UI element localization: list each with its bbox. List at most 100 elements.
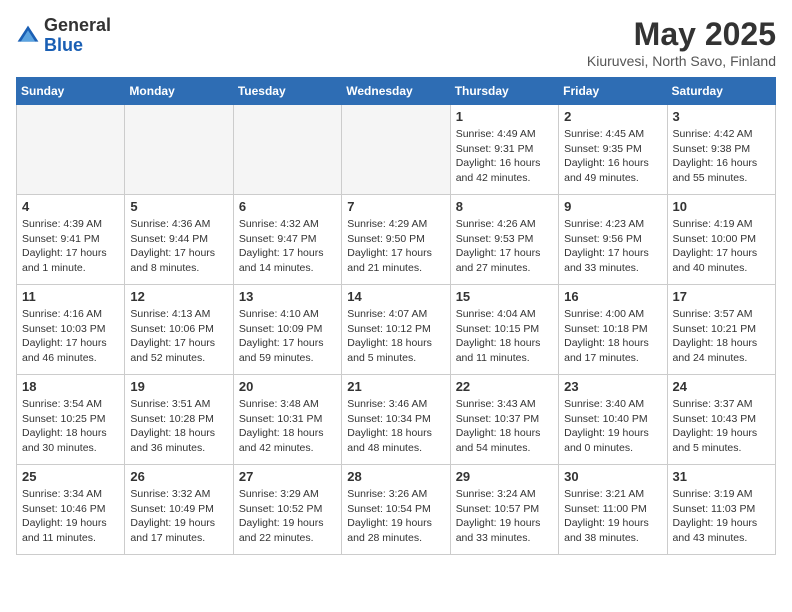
calendar-cell: 7 Sunrise: 4:29 AM Sunset: 9:50 PM Daylig… <box>342 195 450 285</box>
calendar-cell <box>233 105 341 195</box>
title-block: May 2025 Kiuruvesi, North Savo, Finland <box>587 16 776 69</box>
day-number: 7 <box>347 199 444 214</box>
weekday-header-thursday: Thursday <box>450 78 558 105</box>
day-number: 10 <box>673 199 770 214</box>
calendar-cell: 1 Sunrise: 4:49 AM Sunset: 9:31 PM Daylig… <box>450 105 558 195</box>
day-number: 11 <box>22 289 119 304</box>
day-info: Sunrise: 4:00 AM Sunset: 10:18 PM Daylig… <box>564 307 661 366</box>
day-info: Sunrise: 3:32 AM Sunset: 10:49 PM Daylig… <box>130 487 227 546</box>
day-number: 13 <box>239 289 336 304</box>
week-row-1: 1 Sunrise: 4:49 AM Sunset: 9:31 PM Daylig… <box>17 105 776 195</box>
day-number: 22 <box>456 379 553 394</box>
day-info: Sunrise: 4:32 AM Sunset: 9:47 PM Dayligh… <box>239 217 336 276</box>
day-info: Sunrise: 4:36 AM Sunset: 9:44 PM Dayligh… <box>130 217 227 276</box>
day-info: Sunrise: 4:13 AM Sunset: 10:06 PM Daylig… <box>130 307 227 366</box>
day-info: Sunrise: 4:45 AM Sunset: 9:35 PM Dayligh… <box>564 127 661 186</box>
calendar-cell: 29Sunrise: 3:24 AM Sunset: 10:57 PM Dayl… <box>450 465 558 555</box>
calendar-cell: 18 Sunrise: 3:54 AM Sunset: 10:25 PM Dayl… <box>17 375 125 465</box>
day-number: 9 <box>564 199 661 214</box>
day-number: 3 <box>673 109 770 124</box>
day-info: Sunrise: 3:54 AM Sunset: 10:25 PM Daylig… <box>22 397 119 456</box>
day-info: Sunrise: 3:19 AM Sunset: 11:03 PM Daylig… <box>673 487 770 546</box>
week-row-5: 25Sunrise: 3:34 AM Sunset: 10:46 PM Dayl… <box>17 465 776 555</box>
calendar-cell: 16 Sunrise: 4:00 AM Sunset: 10:18 PM Dayl… <box>559 285 667 375</box>
calendar-cell: 9 Sunrise: 4:23 AM Sunset: 9:56 PM Daylig… <box>559 195 667 285</box>
day-info: Sunrise: 4:23 AM Sunset: 9:56 PM Dayligh… <box>564 217 661 276</box>
calendar-cell: 25Sunrise: 3:34 AM Sunset: 10:46 PM Dayl… <box>17 465 125 555</box>
day-number: 1 <box>456 109 553 124</box>
day-number: 4 <box>22 199 119 214</box>
calendar-cell: 12 Sunrise: 4:13 AM Sunset: 10:06 PM Dayl… <box>125 285 233 375</box>
calendar-cell: 23 Sunrise: 3:40 AM Sunset: 10:40 PM Dayl… <box>559 375 667 465</box>
weekday-header-saturday: Saturday <box>667 78 775 105</box>
weekday-header-friday: Friday <box>559 78 667 105</box>
day-number: 17 <box>673 289 770 304</box>
weekday-header-wednesday: Wednesday <box>342 78 450 105</box>
day-info: Sunrise: 3:57 AM Sunset: 10:21 PM Daylig… <box>673 307 770 366</box>
day-info: Sunrise: 3:26 AM Sunset: 10:54 PM Daylig… <box>347 487 444 546</box>
day-info: Sunrise: 4:19 AM Sunset: 10:00 PM Daylig… <box>673 217 770 276</box>
calendar-cell: 21 Sunrise: 3:46 AM Sunset: 10:34 PM Dayl… <box>342 375 450 465</box>
day-number: 27 <box>239 469 336 484</box>
day-info: Sunrise: 4:26 AM Sunset: 9:53 PM Dayligh… <box>456 217 553 276</box>
calendar-cell: 2 Sunrise: 4:45 AM Sunset: 9:35 PM Daylig… <box>559 105 667 195</box>
day-number: 2 <box>564 109 661 124</box>
calendar-cell <box>342 105 450 195</box>
day-info: Sunrise: 3:34 AM Sunset: 10:46 PM Daylig… <box>22 487 119 546</box>
week-row-3: 11 Sunrise: 4:16 AM Sunset: 10:03 PM Dayl… <box>17 285 776 375</box>
calendar-cell: 30Sunrise: 3:21 AM Sunset: 11:00 PM Dayl… <box>559 465 667 555</box>
day-number: 6 <box>239 199 336 214</box>
calendar-cell: 15 Sunrise: 4:04 AM Sunset: 10:15 PM Dayl… <box>450 285 558 375</box>
day-number: 18 <box>22 379 119 394</box>
calendar-cell: 8 Sunrise: 4:26 AM Sunset: 9:53 PM Daylig… <box>450 195 558 285</box>
day-info: Sunrise: 4:39 AM Sunset: 9:41 PM Dayligh… <box>22 217 119 276</box>
day-number: 29 <box>456 469 553 484</box>
calendar-cell: 14 Sunrise: 4:07 AM Sunset: 10:12 PM Dayl… <box>342 285 450 375</box>
day-info: Sunrise: 4:29 AM Sunset: 9:50 PM Dayligh… <box>347 217 444 276</box>
day-info: Sunrise: 4:16 AM Sunset: 10:03 PM Daylig… <box>22 307 119 366</box>
day-number: 28 <box>347 469 444 484</box>
calendar-cell: 31Sunrise: 3:19 AM Sunset: 11:03 PM Dayl… <box>667 465 775 555</box>
day-number: 16 <box>564 289 661 304</box>
day-info: Sunrise: 3:21 AM Sunset: 11:00 PM Daylig… <box>564 487 661 546</box>
day-info: Sunrise: 3:46 AM Sunset: 10:34 PM Daylig… <box>347 397 444 456</box>
calendar-cell: 17 Sunrise: 3:57 AM Sunset: 10:21 PM Dayl… <box>667 285 775 375</box>
day-info: Sunrise: 4:49 AM Sunset: 9:31 PM Dayligh… <box>456 127 553 186</box>
day-number: 8 <box>456 199 553 214</box>
day-info: Sunrise: 3:48 AM Sunset: 10:31 PM Daylig… <box>239 397 336 456</box>
day-info: Sunrise: 4:42 AM Sunset: 9:38 PM Dayligh… <box>673 127 770 186</box>
logo: General Blue <box>16 16 111 56</box>
calendar-cell: 5 Sunrise: 4:36 AM Sunset: 9:44 PM Daylig… <box>125 195 233 285</box>
day-number: 14 <box>347 289 444 304</box>
day-number: 21 <box>347 379 444 394</box>
calendar-cell: 4 Sunrise: 4:39 AM Sunset: 9:41 PM Daylig… <box>17 195 125 285</box>
day-number: 23 <box>564 379 661 394</box>
day-number: 5 <box>130 199 227 214</box>
week-row-2: 4 Sunrise: 4:39 AM Sunset: 9:41 PM Daylig… <box>17 195 776 285</box>
day-number: 19 <box>130 379 227 394</box>
page-header: General Blue May 2025 Kiuruvesi, North S… <box>16 16 776 69</box>
weekday-header-monday: Monday <box>125 78 233 105</box>
day-info: Sunrise: 4:04 AM Sunset: 10:15 PM Daylig… <box>456 307 553 366</box>
day-number: 26 <box>130 469 227 484</box>
location-subtitle: Kiuruvesi, North Savo, Finland <box>587 53 776 69</box>
day-info: Sunrise: 3:43 AM Sunset: 10:37 PM Daylig… <box>456 397 553 456</box>
day-info: Sunrise: 4:07 AM Sunset: 10:12 PM Daylig… <box>347 307 444 366</box>
calendar-cell: 20 Sunrise: 3:48 AM Sunset: 10:31 PM Dayl… <box>233 375 341 465</box>
calendar-cell: 13 Sunrise: 4:10 AM Sunset: 10:09 PM Dayl… <box>233 285 341 375</box>
weekday-header-sunday: Sunday <box>17 78 125 105</box>
day-info: Sunrise: 3:29 AM Sunset: 10:52 PM Daylig… <box>239 487 336 546</box>
calendar-cell: 28 Sunrise: 3:26 AM Sunset: 10:54 PM Dayl… <box>342 465 450 555</box>
day-info: Sunrise: 3:40 AM Sunset: 10:40 PM Daylig… <box>564 397 661 456</box>
day-number: 20 <box>239 379 336 394</box>
calendar-cell: 24Sunrise: 3:37 AM Sunset: 10:43 PM Dayl… <box>667 375 775 465</box>
day-number: 12 <box>130 289 227 304</box>
calendar-table: SundayMondayTuesdayWednesdayThursdayFrid… <box>16 77 776 555</box>
day-info: Sunrise: 4:10 AM Sunset: 10:09 PM Daylig… <box>239 307 336 366</box>
day-number: 15 <box>456 289 553 304</box>
day-number: 24 <box>673 379 770 394</box>
logo-general-text: General <box>44 15 111 35</box>
weekday-header-tuesday: Tuesday <box>233 78 341 105</box>
weekday-header-row: SundayMondayTuesdayWednesdayThursdayFrid… <box>17 78 776 105</box>
calendar-cell: 26 Sunrise: 3:32 AM Sunset: 10:49 PM Dayl… <box>125 465 233 555</box>
